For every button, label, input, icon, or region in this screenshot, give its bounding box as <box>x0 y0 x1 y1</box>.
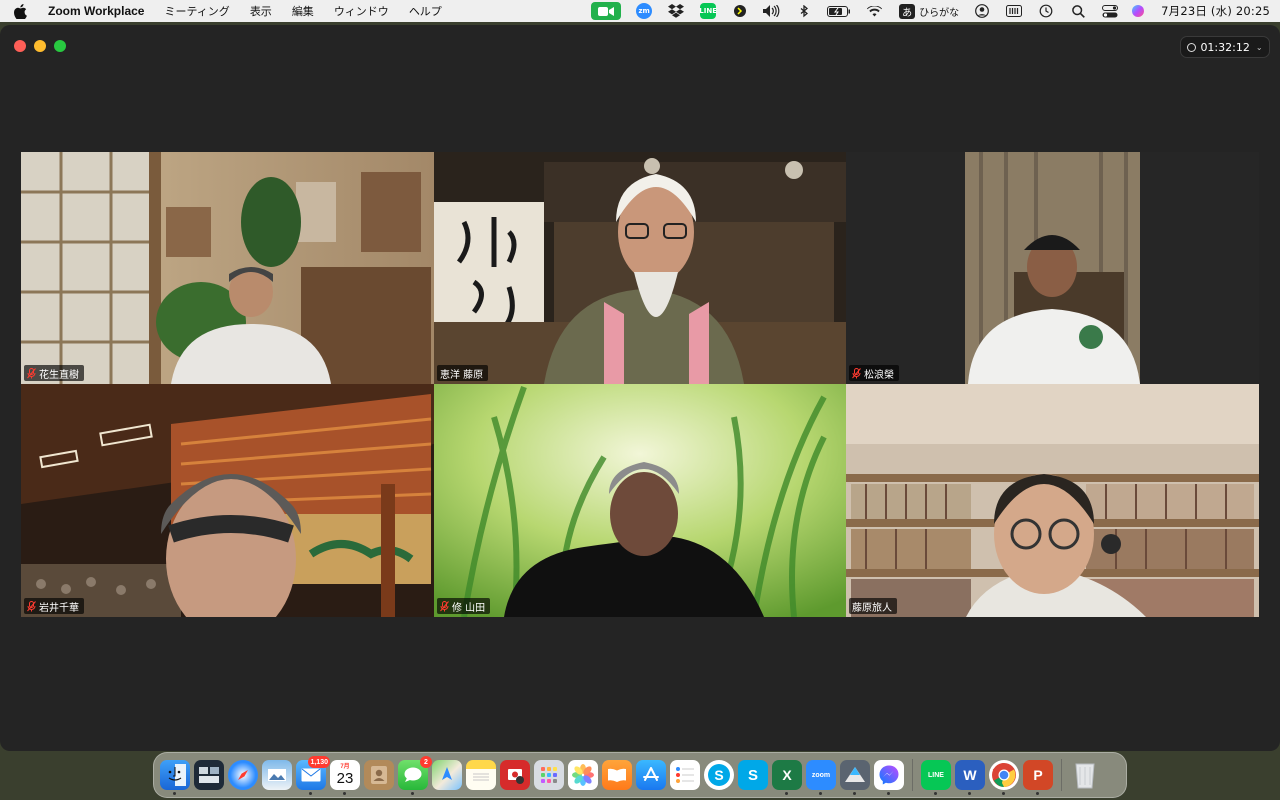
meeting-timer[interactable]: 01:32:12 ⌄ <box>1180 36 1270 58</box>
trash-icon[interactable] <box>1070 760 1100 790</box>
participant-name-label: 藤原旅人 <box>849 598 897 614</box>
svg-text:S: S <box>748 767 758 784</box>
close-window-button[interactable] <box>14 40 26 52</box>
window-controls <box>14 40 66 52</box>
participant-name: 松浪榮 <box>864 369 894 381</box>
participant-video <box>21 152 434 384</box>
apple-icon[interactable] <box>14 3 28 19</box>
mic-muted-icon <box>852 367 861 379</box>
bluetooth-icon[interactable] <box>795 0 813 22</box>
drive-icon[interactable] <box>840 760 870 795</box>
participant-video <box>846 152 1259 384</box>
fullscreen-window-button[interactable] <box>54 40 66 52</box>
weather-icon[interactable] <box>731 0 749 22</box>
participant-tile[interactable]: 花生直樹 <box>21 152 434 384</box>
participant-tile[interactable]: 松浪榮 <box>846 152 1259 384</box>
wifi-icon[interactable] <box>865 0 883 22</box>
dropbox-icon[interactable] <box>667 0 685 22</box>
menu-edit[interactable]: 編集 <box>292 3 314 19</box>
battery-icon[interactable] <box>827 0 851 22</box>
video-gallery: 花生直樹 恵洋 藤原 松浪榮 岩井千華 修 山田 藤原旅人 <box>21 152 1259 617</box>
photo-booth-icon[interactable] <box>500 760 530 790</box>
books-icon[interactable] <box>602 760 632 790</box>
app-name[interactable]: Zoom Workplace <box>48 4 144 18</box>
mission-control-icon[interactable] <box>194 760 224 790</box>
line-icon[interactable]: LINE <box>699 0 717 22</box>
participant-name-label: 修 山田 <box>437 598 491 614</box>
chevron-down-icon: ⌄ <box>1255 42 1263 52</box>
powerpoint-icon[interactable]: P <box>1023 760 1053 795</box>
participant-name: 恵洋 藤原 <box>440 369 484 381</box>
line-dock-icon[interactable]: LINE <box>921 760 951 795</box>
mail-badge: 1,130 <box>308 756 330 768</box>
memory-icon[interactable] <box>1005 0 1023 22</box>
reminders-icon[interactable] <box>670 760 700 790</box>
participant-name-label: 岩井千華 <box>24 598 84 614</box>
dock-separator <box>912 759 913 791</box>
participant-name: 岩井千華 <box>39 602 79 614</box>
participant-tile[interactable]: 修 山田 <box>434 384 846 617</box>
participant-name-label: 花生直樹 <box>24 365 84 381</box>
zoom-icon[interactable]: zoom <box>806 760 836 795</box>
skype-alt-icon[interactable]: S <box>738 760 768 790</box>
menu-help[interactable]: ヘルプ <box>409 3 442 19</box>
messages-badge: 2 <box>420 756 432 768</box>
zoom-meeting-window: 01:32:12 ⌄ 花生直樹 恵洋 藤原 松浪榮 岩井千華 修 山田 藤原旅人 <box>0 25 1280 751</box>
participant-video <box>434 152 846 384</box>
notes-icon[interactable] <box>466 760 496 790</box>
contacts-icon[interactable] <box>364 760 394 790</box>
dock-separator <box>1061 759 1062 791</box>
svg-text:S: S <box>714 767 723 783</box>
chrome-icon[interactable] <box>989 760 1019 795</box>
word-icon[interactable]: W <box>955 760 985 795</box>
ime-icon[interactable]: あ ひらがな <box>899 0 959 22</box>
menu-bar: Zoom Workplace ミーティング 表示 編集 ウィンドウ ヘルプ zm… <box>0 0 1280 22</box>
minimize-window-button[interactable] <box>34 40 46 52</box>
menubar-clock[interactable]: 7月23日 (水) 20:25 <box>1161 3 1270 19</box>
app-store-icon[interactable] <box>636 760 666 790</box>
participant-video <box>846 384 1259 617</box>
participant-tile-active-speaker[interactable]: 藤原旅人 <box>846 384 1259 617</box>
participant-name: 藤原旅人 <box>852 602 892 614</box>
participant-video <box>21 384 434 617</box>
launchpad-icon[interactable] <box>534 760 564 790</box>
participant-tile[interactable]: 恵洋 藤原 <box>434 152 846 384</box>
zoom-video-icon[interactable] <box>591 2 622 20</box>
user-icon[interactable] <box>973 0 991 22</box>
meeting-timer-value: 01:32:12 <box>1200 40 1250 54</box>
participant-name: 花生直樹 <box>39 369 79 381</box>
finder-icon[interactable] <box>160 760 190 795</box>
participant-tile[interactable]: 岩井千華 <box>21 384 434 617</box>
time-machine-icon[interactable] <box>1037 0 1055 22</box>
photos-icon[interactable] <box>568 760 598 790</box>
participant-video <box>434 384 846 617</box>
participant-name-label: 恵洋 藤原 <box>437 365 489 381</box>
safari-icon[interactable] <box>228 760 258 790</box>
messenger-icon[interactable] <box>874 760 904 795</box>
control-center-icon[interactable] <box>1101 0 1119 22</box>
skype-icon[interactable]: S <box>704 760 734 790</box>
dock: 1,130 7月 23 2 S S X zoom LINE W P <box>153 752 1127 798</box>
preview-icon[interactable] <box>262 760 292 790</box>
maps-icon[interactable] <box>432 760 462 790</box>
excel-icon[interactable]: X <box>772 760 802 795</box>
mail-icon[interactable]: 1,130 <box>296 756 330 795</box>
menu-view[interactable]: 表示 <box>250 3 272 19</box>
participant-name: 修 山田 <box>452 602 486 614</box>
clock-icon <box>1187 42 1197 52</box>
mic-muted-icon <box>27 367 36 379</box>
menu-window[interactable]: ウィンドウ <box>334 3 389 19</box>
mic-muted-icon <box>440 600 449 612</box>
messages-icon[interactable]: 2 <box>398 756 432 795</box>
mic-muted-icon <box>27 600 36 612</box>
volume-icon[interactable] <box>763 0 781 22</box>
menu-meeting[interactable]: ミーティング <box>164 3 229 19</box>
participant-name-label: 松浪榮 <box>849 365 899 381</box>
calendar-icon[interactable]: 7月 23 <box>330 760 360 795</box>
zoom-zm-icon[interactable]: zm <box>635 0 653 22</box>
search-icon[interactable] <box>1069 0 1087 22</box>
siri-icon[interactable] <box>1129 0 1147 22</box>
